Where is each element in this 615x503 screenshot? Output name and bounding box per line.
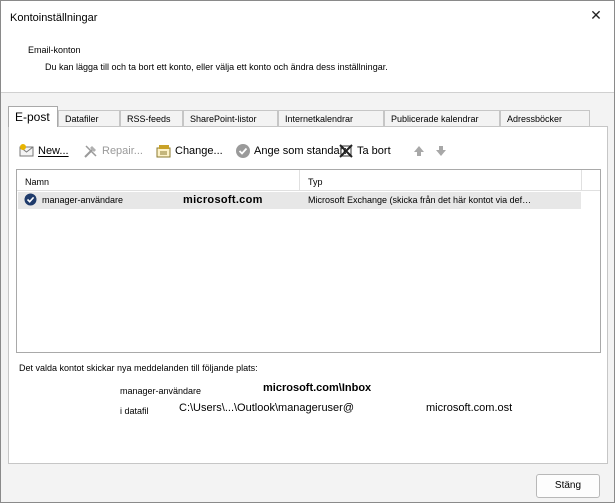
window-title: Kontoinställningar xyxy=(10,12,98,24)
tab-internetkalendrar[interactable]: Internetkalendrar xyxy=(278,110,384,127)
set-default-button[interactable]: Ange som standard xyxy=(235,141,346,161)
tab-strip: E-post Datafiler RSS-feeds SharePoint-li… xyxy=(8,106,608,127)
column-header-type[interactable]: Typ xyxy=(300,170,582,191)
tab-sharepoint-listor[interactable]: SharePoint-listor xyxy=(183,110,278,127)
account-toolbar: New... Repair... Change... Ange som stan… xyxy=(13,141,463,163)
account-list[interactable]: Namn Typ manager-användare microsoft.com… xyxy=(16,169,601,353)
change-button-label: Change... xyxy=(175,145,223,157)
move-down-button[interactable] xyxy=(433,141,452,161)
datafile-path: C:\Users\...\Outlook\manageruser@ xyxy=(179,402,355,414)
check-circle-icon xyxy=(235,143,251,159)
repair-account-button[interactable]: Repair... xyxy=(83,141,143,161)
list-header: Namn Typ xyxy=(17,170,600,191)
tab-e-post[interactable]: E-post xyxy=(8,106,58,127)
delivery-intro: Det valda kontot skickar nya meddelanden… xyxy=(19,363,258,373)
tab-rss-feeds[interactable]: RSS-feeds xyxy=(120,110,183,127)
column-header-name[interactable]: Namn xyxy=(17,170,300,191)
dialog-header: Kontoinställningar ✕ Email-konton Du kan… xyxy=(1,1,614,93)
close-icon[interactable]: ✕ xyxy=(588,7,604,23)
arrow-down-icon xyxy=(433,143,449,159)
datafile-label: i datafil xyxy=(120,406,149,416)
datafile-domain: microsoft.com.ost xyxy=(426,402,513,414)
change-account-button[interactable]: Change... xyxy=(156,141,223,161)
delivery-account-name: manager-användare xyxy=(120,386,202,396)
new-mail-icon xyxy=(19,143,35,159)
remove-account-button[interactable]: Ta bort xyxy=(338,141,391,161)
section-title: Email-konton xyxy=(28,45,81,55)
remove-button-label: Ta bort xyxy=(357,145,391,157)
tools-icon xyxy=(83,143,99,159)
new-account-button[interactable]: New... xyxy=(19,141,69,161)
default-account-check-icon xyxy=(24,193,39,210)
account-domain: microsoft.com xyxy=(183,194,263,206)
new-button-label: New... xyxy=(38,145,69,157)
account-settings-dialog: Kontoinställningar ✕ Email-konton Du kan… xyxy=(0,0,615,503)
move-up-button[interactable] xyxy=(411,141,430,161)
section-description: Du kan lägga till och ta bort ett konto,… xyxy=(45,62,388,72)
delete-x-icon xyxy=(338,143,354,159)
tab-adressbocker[interactable]: Adressböcker xyxy=(500,110,590,127)
arrow-up-icon xyxy=(411,143,427,159)
set-default-button-label: Ange som standard xyxy=(254,145,346,157)
account-name: manager-användare xyxy=(42,195,124,205)
close-button[interactable]: Stäng xyxy=(536,474,600,498)
table-row[interactable]: manager-användare microsoft.com Microsof… xyxy=(18,192,581,209)
delivery-inbox: microsoft.com\Inbox xyxy=(263,382,372,394)
tab-datafiler[interactable]: Datafiler xyxy=(58,110,120,127)
change-settings-icon xyxy=(156,143,172,159)
account-type: Microsoft Exchange (skicka från det här … xyxy=(308,195,532,205)
tab-publicerade-kalendrar[interactable]: Publicerade kalendrar xyxy=(384,110,500,127)
repair-button-label: Repair... xyxy=(102,145,143,157)
